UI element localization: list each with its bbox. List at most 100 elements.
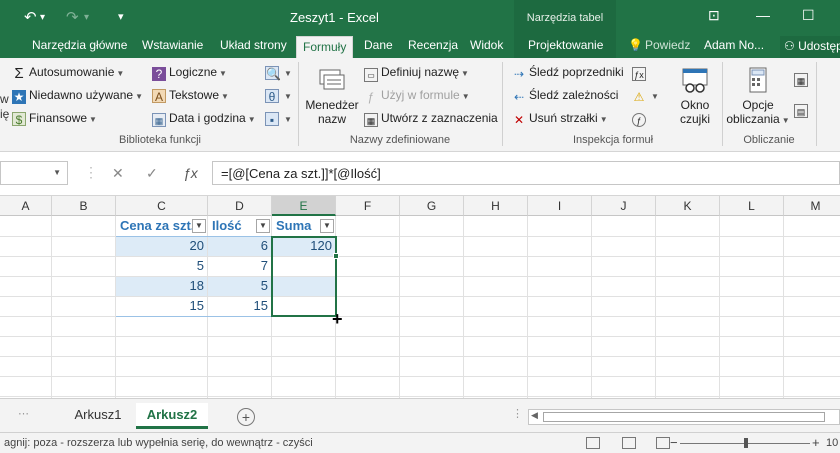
- error-checking-button[interactable]: ⚠ ▼: [632, 88, 659, 104]
- define-name-button[interactable]: ▭ Definiuj nazwę ▼: [364, 65, 469, 82]
- column-header-G[interactable]: G: [400, 196, 464, 216]
- filter-dropdown-icon[interactable]: ▼: [320, 219, 334, 233]
- tab-insert[interactable]: Wstawianie: [142, 38, 203, 52]
- tell-me-box[interactable]: Powiedz: [645, 38, 690, 52]
- column-header-B[interactable]: B: [52, 196, 116, 216]
- filter-dropdown-icon[interactable]: ▼: [256, 219, 270, 233]
- column-header-E[interactable]: E: [272, 196, 336, 216]
- scrollbar-thumb[interactable]: [543, 412, 825, 422]
- tab-view[interactable]: Widok: [470, 38, 503, 52]
- tab-formulas[interactable]: Formuły: [296, 36, 354, 58]
- table-cell[interactable]: 7: [208, 256, 272, 276]
- minimize-icon[interactable]: —: [756, 7, 770, 23]
- table-cell[interactable]: 5: [116, 256, 208, 276]
- status-message: agnij: poza - rozszerza lub wypełnia ser…: [4, 437, 313, 449]
- group-divider: [502, 62, 503, 146]
- ribbon: w ię Σ Autosumowanie ▼ ★ Niedawno używane ▼ …: [0, 58, 840, 152]
- add-sheet-icon[interactable]: +: [237, 408, 255, 426]
- calculation-options-button[interactable]: Opcje obliczania ▼: [724, 66, 792, 128]
- zoom-level[interactable]: 10: [826, 437, 838, 449]
- page-break-view-icon[interactable]: [656, 437, 670, 449]
- logical-button[interactable]: ? Logiczne ▼: [152, 65, 227, 81]
- cancel-icon[interactable]: ✕: [112, 165, 124, 182]
- column-header-K[interactable]: K: [656, 196, 720, 216]
- date-time-button[interactable]: ▦ Data i godzina ▼: [152, 111, 256, 127]
- insert-function-icon[interactable]: ƒx: [183, 165, 198, 181]
- ribbon-display-icon[interactable]: ⊡: [708, 7, 720, 24]
- account-name[interactable]: Adam No...: [704, 38, 764, 52]
- calculate-now-button[interactable]: ▦: [794, 71, 811, 87]
- evaluate-formula-button[interactable]: ƒ: [632, 111, 649, 127]
- tab-data[interactable]: Dane: [364, 38, 393, 52]
- page-layout-view-icon[interactable]: [622, 437, 636, 449]
- column-header-J[interactable]: J: [592, 196, 656, 216]
- math-trig-button[interactable]: θ ▼: [265, 88, 292, 104]
- create-from-selection-button[interactable]: ▦ Utwórz z zaznaczenia: [364, 111, 498, 127]
- more-functions-button[interactable]: ▪ ▼: [265, 111, 292, 127]
- name-manager-button[interactable]: Menedżer nazw: [302, 66, 362, 126]
- sheet-tab-arkusz1[interactable]: Arkusz1: [64, 403, 132, 429]
- recently-used-button[interactable]: ★ Niedawno używane ▼: [12, 88, 143, 104]
- text-button[interactable]: A Tekstowe ▼: [152, 88, 229, 104]
- lookup-button[interactable]: 🔍 ▼: [265, 65, 292, 81]
- name-manager-label: Menedżer nazw: [305, 98, 359, 126]
- tab-page-layout[interactable]: Układ strony: [220, 38, 287, 52]
- worksheet-grid[interactable]: A B C D E F G H I J K L M Cena za szt. ▼…: [0, 196, 840, 398]
- show-formulas-button[interactable]: ƒx: [632, 65, 649, 81]
- table-cell[interactable]: 15: [208, 296, 272, 316]
- selected-range[interactable]: [271, 236, 337, 317]
- zoom-out-icon[interactable]: −: [670, 435, 678, 450]
- table-cell[interactable]: 6: [208, 236, 272, 256]
- calculator-icon: [749, 67, 767, 93]
- maximize-icon[interactable]: ☐: [802, 7, 815, 24]
- tab-home[interactable]: Narzędzia główne: [32, 38, 127, 52]
- name-box[interactable]: ▼: [0, 161, 68, 185]
- scroll-left-icon[interactable]: ◀: [531, 410, 538, 421]
- column-header-H[interactable]: H: [464, 196, 528, 216]
- chevron-down-icon: ▼: [461, 92, 470, 101]
- calculate-sheet-button[interactable]: ▤: [794, 102, 811, 118]
- customize-toolbar-icon[interactable]: ▾: [118, 10, 124, 23]
- table-cell[interactable]: 18: [116, 276, 208, 296]
- table-cell[interactable]: 15: [116, 296, 208, 316]
- redo-dropdown-icon[interactable]: ▾: [84, 12, 89, 23]
- table-cell[interactable]: 20: [116, 236, 208, 256]
- normal-view-icon[interactable]: [586, 437, 600, 449]
- zoom-slider-knob[interactable]: [744, 438, 748, 448]
- column-header-I[interactable]: I: [528, 196, 592, 216]
- fill-handle[interactable]: [333, 253, 339, 259]
- calculation-options-label: Opcje obliczania: [726, 98, 780, 126]
- redo-icon[interactable]: ↷: [66, 8, 79, 26]
- logical-label: Logiczne: [169, 65, 218, 79]
- undo-icon[interactable]: ↶: [24, 8, 37, 26]
- formula-input[interactable]: =[@[Cena za szt.]]*[@Ilość]: [212, 161, 840, 185]
- financial-button[interactable]: $ Finansowe ▼: [12, 111, 97, 127]
- zoom-in-icon[interactable]: +: [812, 435, 820, 450]
- tab-review[interactable]: Recenzja: [408, 38, 458, 52]
- autosum-button[interactable]: Σ Autosumowanie ▼: [12, 65, 124, 81]
- watch-window-button[interactable]: Okno czujki: [670, 66, 720, 126]
- sheet-scroll-icon[interactable]: ⋯: [18, 407, 29, 420]
- gridline: [463, 216, 464, 398]
- sheet-tab-arkusz2[interactable]: Arkusz2: [136, 403, 208, 429]
- horizontal-scrollbar[interactable]: ◀: [528, 409, 840, 425]
- share-button[interactable]: ⚇ Udostęp: [780, 36, 840, 58]
- column-header-D[interactable]: D: [208, 196, 272, 216]
- trace-precedents-button[interactable]: ⇢ Śledź poprzedniki: [512, 65, 624, 81]
- insert-function-partial[interactable]: w ię: [0, 92, 9, 122]
- column-header-L[interactable]: L: [720, 196, 784, 216]
- column-header-M[interactable]: M: [784, 196, 840, 216]
- tab-design[interactable]: Projektowanie: [528, 38, 603, 52]
- filter-dropdown-icon[interactable]: ▼: [192, 219, 206, 233]
- table-cell[interactable]: 5: [208, 276, 272, 296]
- column-header-C[interactable]: C: [116, 196, 208, 216]
- remove-arrows-button[interactable]: ✕ Usuń strzałki ▼: [512, 111, 608, 127]
- column-header-A[interactable]: A: [0, 196, 52, 216]
- use-in-formula-button[interactable]: ƒ Użyj w formule ▼: [364, 88, 470, 104]
- undo-dropdown-icon[interactable]: ▾: [40, 12, 45, 23]
- tab-split-icon[interactable]: ⋮: [512, 407, 523, 420]
- trace-dependents-button[interactable]: ⇠ Śledź zależności: [512, 88, 618, 104]
- enter-icon[interactable]: ✓: [146, 165, 158, 182]
- recently-used-label: Niedawno używane: [29, 88, 134, 102]
- column-header-F[interactable]: F: [336, 196, 400, 216]
